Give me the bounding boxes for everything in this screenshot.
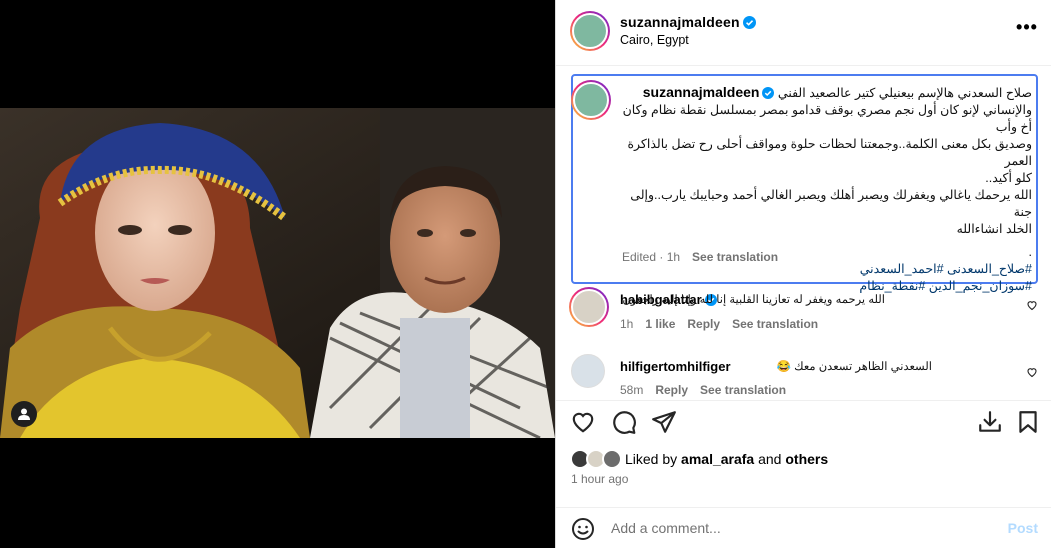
comment-bubble-icon[interactable] <box>611 409 637 435</box>
caption-avatar[interactable] <box>571 80 611 120</box>
liker-username[interactable]: amal_arafa <box>681 451 754 467</box>
commenter-avatar[interactable] <box>569 287 609 327</box>
post-time[interactable]: 1 hour ago <box>571 472 628 486</box>
verified-badge-icon <box>742 16 756 29</box>
caption-line: الخلد انشاءالله <box>956 222 1032 236</box>
reply-button[interactable]: Reply <box>687 317 720 331</box>
add-comment-input[interactable]: Add a comment... <box>611 520 721 536</box>
post-actions: Liked by amal_arafa and others 1 hour ag… <box>556 400 1051 548</box>
emoji-icon[interactable] <box>571 517 595 541</box>
post-media[interactable] <box>0 0 555 548</box>
see-translation-button[interactable]: See translation <box>732 317 818 331</box>
comment-text: الله يرحمه ويغفر له تعازينا القلبية إنا … <box>622 294 885 306</box>
post-header: suzannajmaldeen Cairo, Egypt ••• <box>556 0 1051 66</box>
more-options-icon[interactable]: ••• <box>1016 18 1038 38</box>
comment-likes-count[interactable]: 1 like <box>645 317 675 331</box>
caption-meta: Edited · 1h See translation <box>622 250 778 264</box>
comment-item: habibgalattar الله يرحمه ويغفر له تعازين… <box>569 287 1038 337</box>
comment-item: hilfigertomhilfiger السعدني الظاهر تسعدن… <box>571 354 1038 399</box>
save-bookmark-icon[interactable] <box>1015 409 1041 435</box>
author-username[interactable]: suzannajmaldeen <box>620 14 756 30</box>
caption-line: صلاح السعدني هالإسم بيعنيلي كتير عالصعيد… <box>777 86 1032 100</box>
post-comment-button[interactable]: Post <box>1008 520 1038 536</box>
post-location[interactable]: Cairo, Egypt <box>620 33 689 47</box>
caption-line: كلو أكيد.. <box>985 171 1032 185</box>
commenter-avatar[interactable] <box>571 354 605 388</box>
liker-avatars[interactable] <box>570 449 624 471</box>
author-avatar[interactable] <box>570 11 610 51</box>
download-icon[interactable] <box>977 409 1003 435</box>
post-photo[interactable] <box>0 108 555 438</box>
reply-button[interactable]: Reply <box>655 383 688 397</box>
like-comment-heart-icon[interactable] <box>1026 366 1038 378</box>
likes-others-link[interactable]: others <box>785 451 828 467</box>
share-plane-icon[interactable] <box>651 409 677 435</box>
comment-text: السعدني الظاهر تسعدن معك 😂 <box>776 361 932 373</box>
post-details-panel: suzannajmaldeen Cairo, Egypt ••• صلاح ال… <box>555 0 1051 548</box>
comment-time: 58m <box>620 383 644 397</box>
caption-block: صلاح السعدني هالإسم بيعنيلي كتير عالصعيد… <box>571 74 1038 293</box>
comment-meta: 58m Reply See translation <box>620 383 786 397</box>
caption-username[interactable]: suzannajmaldeen <box>643 84 775 101</box>
see-translation-button[interactable]: See translation <box>700 383 786 397</box>
like-heart-icon[interactable] <box>570 409 596 435</box>
tagged-user-icon[interactable] <box>11 401 37 427</box>
liker-avatar <box>602 449 622 469</box>
comment-time: 1h <box>620 317 634 331</box>
liked-by-text: Liked by amal_arafa and others <box>625 451 829 467</box>
see-translation-button[interactable]: See translation <box>692 250 778 264</box>
verified-badge-icon <box>762 87 775 99</box>
like-comment-heart-icon[interactable] <box>1026 299 1038 311</box>
caption-edited-time: Edited · 1h <box>622 250 681 264</box>
comment-meta: 1h 1 like Reply See translation <box>620 317 818 331</box>
caption-line: والإنساني لإنو كان أول نجم مصري بوقف قدا… <box>622 103 1032 134</box>
caption-line: الله يرحمك ياغالي ويغفرلك ويصبر أهلك ويص… <box>630 188 1032 219</box>
add-comment-bar: Add a comment... Post <box>556 507 1051 549</box>
commenter-username[interactable]: hilfigertomhilfiger <box>620 359 731 374</box>
caption-line: وصديق بكل معنى الكلمة..وجمعتنا لحظات حلو… <box>627 137 1032 168</box>
